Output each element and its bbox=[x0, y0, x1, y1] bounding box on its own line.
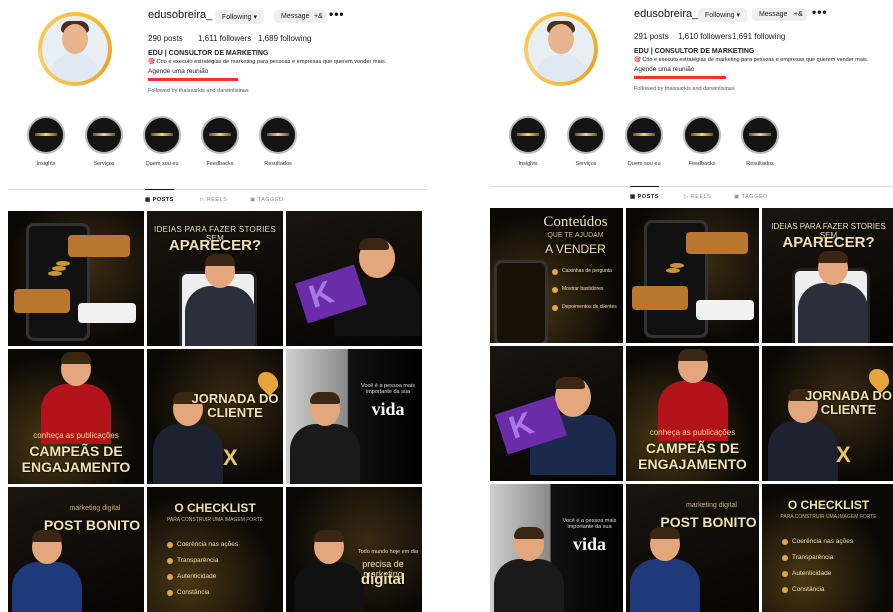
posts-grid: IDEIAS PARA FAZER STORIES SEM APARECER? … bbox=[8, 211, 422, 612]
post-tile[interactable]: marketing digital POST BONITO bbox=[8, 487, 144, 612]
more-options-icon[interactable]: ••• bbox=[329, 7, 345, 21]
post-tile[interactable]: conheça as publicações CAMPEÃS DE ENGAJA… bbox=[626, 346, 759, 481]
following-button[interactable]: Following ▾ bbox=[215, 10, 265, 24]
highlight-feedbacks[interactable]: Feedbacks bbox=[678, 116, 726, 167]
add-person-icon[interactable]: +& bbox=[790, 8, 807, 21]
highlight-servicos[interactable]: Serviços bbox=[562, 116, 610, 167]
redacted-link[interactable] bbox=[148, 78, 238, 81]
post-tile[interactable]: O CHECKLIST PARA CONSTRUIR UMA IMAGEM FO… bbox=[762, 484, 893, 612]
highlight-quem-sou-eu[interactable]: Quem sou eu bbox=[138, 116, 186, 167]
followers-count[interactable]: 1,611 followers bbox=[198, 34, 251, 43]
tab-reels[interactable]: ▷ REELS bbox=[684, 194, 711, 200]
profile-panel-left: edusobreira_ Following ▾ Message +& ••• … bbox=[8, 0, 428, 612]
post-tile[interactable]: Todo mundo hoje em dia precisa de market… bbox=[286, 487, 422, 612]
post-tile[interactable]: marketing digital POST BONITO bbox=[626, 484, 759, 612]
following-button[interactable]: Following ▾ bbox=[698, 8, 748, 22]
profile-panel-right: edusobreira_ Following ▾ Message +& ••• … bbox=[490, 0, 893, 612]
redacted-link[interactable] bbox=[634, 76, 726, 79]
post-tile[interactable]: O CHECKLIST PARA CONSTRUIR UMA IMAGEM FO… bbox=[147, 487, 283, 612]
display-name: EDU | CONSULTOR DE MARKETING bbox=[148, 50, 269, 57]
tab-posts[interactable]: ▦ POSTS bbox=[145, 189, 174, 203]
post-tile[interactable]: JORNADA DO CLIENTE X bbox=[762, 346, 893, 481]
highlight-insights[interactable]: Insights bbox=[504, 116, 552, 167]
followers-count[interactable]: 1,610 followers bbox=[678, 32, 732, 41]
post-tile[interactable]: JORNADA DO CLIENTE X bbox=[147, 349, 283, 484]
highlight-quem-sou-eu[interactable]: Quem sou eu bbox=[620, 116, 668, 167]
bio-line: 🎯 Crio e executo estratégias de marketin… bbox=[634, 57, 869, 63]
username: edusobreira_ bbox=[634, 8, 699, 20]
post-tile[interactable]: conheça as publicações CAMPEÃS DE ENGAJA… bbox=[8, 349, 144, 484]
post-tile[interactable]: K bbox=[286, 211, 422, 346]
post-tile[interactable] bbox=[626, 208, 759, 343]
followed-by[interactable]: Followed by thaissarkis and darwinlisina… bbox=[148, 88, 249, 94]
post-tile[interactable]: IDEIAS PARA FAZER STORIES SEM APARECER? bbox=[147, 211, 283, 346]
add-person-icon[interactable]: +& bbox=[310, 10, 327, 23]
username: edusobreira_ bbox=[148, 9, 213, 21]
tab-posts[interactable]: ▦ POSTS bbox=[630, 186, 659, 200]
post-tile[interactable]: Você é a pessoa mais importante da sua v… bbox=[286, 349, 422, 484]
post-tile[interactable]: K bbox=[490, 346, 623, 481]
highlight-resultados[interactable]: Resultados bbox=[254, 116, 302, 167]
bio-link[interactable]: Agende uma reunião bbox=[148, 68, 208, 75]
tab-tagged[interactable]: ▣ TAGGED bbox=[250, 197, 283, 203]
tab-tagged[interactable]: ▣ TAGGED bbox=[734, 194, 767, 200]
display-name: EDU | CONSULTOR DE MARKETING bbox=[634, 48, 755, 55]
more-options-icon[interactable]: ••• bbox=[812, 5, 828, 19]
bio-line: 🎯 Crio e executo estratégias de marketin… bbox=[148, 59, 387, 65]
highlight-servicos[interactable]: Serviços bbox=[80, 116, 128, 167]
profile-avatar[interactable] bbox=[38, 12, 112, 86]
message-button[interactable]: Message bbox=[752, 8, 795, 21]
profile-tabs: ▦ POSTS ▷ REELS ▣ TAGGED bbox=[490, 186, 893, 207]
highlight-feedbacks[interactable]: Feedbacks bbox=[196, 116, 244, 167]
followed-by[interactable]: Followed by thaissarkis and darwinlisina… bbox=[634, 86, 735, 92]
post-tile[interactable]: IDEIAS PARA FAZER STORIES SEM APARECER? bbox=[762, 208, 893, 343]
posts-grid: Conteúdos QUE TE AJUDAM A VENDER Caixinh… bbox=[490, 208, 893, 612]
highlight-insights[interactable]: Insights bbox=[22, 116, 70, 167]
post-tile[interactable]: Você é a pessoa mais importante da sua v… bbox=[490, 484, 623, 612]
posts-count: 290 posts bbox=[148, 34, 183, 43]
posts-count: 291 posts bbox=[634, 32, 669, 41]
post-tile[interactable] bbox=[8, 211, 144, 346]
tab-reels[interactable]: ▷ REELS bbox=[200, 197, 227, 203]
following-count[interactable]: 1,691 following bbox=[732, 32, 785, 41]
post-tile[interactable]: Conteúdos QUE TE AJUDAM A VENDER Caixinh… bbox=[490, 208, 623, 343]
profile-avatar[interactable] bbox=[524, 12, 598, 86]
bio-link[interactable]: Agende uma reunião bbox=[634, 66, 694, 73]
following-count[interactable]: 1,689 following bbox=[258, 34, 311, 43]
profile-tabs: ▦ POSTS ▷ REELS ▣ TAGGED bbox=[8, 189, 428, 210]
highlight-resultados[interactable]: Resultados bbox=[736, 116, 784, 167]
